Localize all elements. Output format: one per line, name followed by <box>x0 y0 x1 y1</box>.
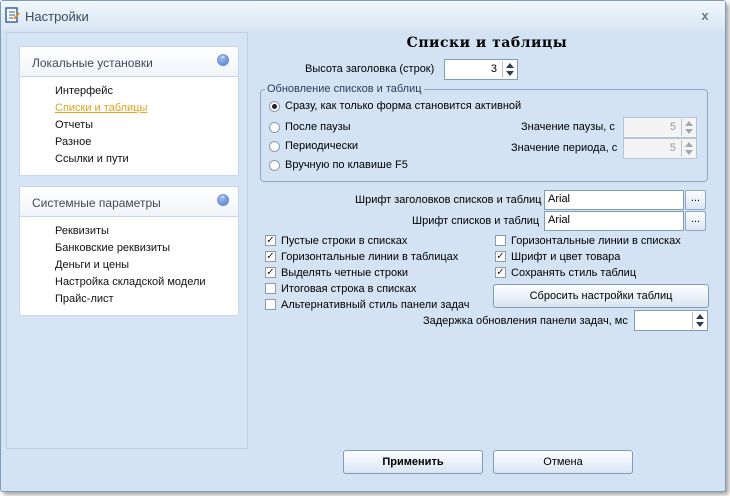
apply-button[interactable]: Применить <box>343 450 483 474</box>
radio-immediately[interactable] <box>269 101 280 112</box>
radio-manual-f5[interactable] <box>269 160 280 171</box>
radio-after-pause[interactable] <box>269 122 280 133</box>
checkbox-product-font-color[interactable]: ✓ <box>495 251 506 262</box>
sidebar: Локальные установки ⌃ Интерфейс Списки и… <box>6 32 248 449</box>
system-params-title: Системные параметры <box>32 196 161 210</box>
sidebar-item-bank-requisites[interactable]: Банковские реквизиты <box>55 242 170 254</box>
checkbox-alt-taskbar[interactable] <box>265 299 276 310</box>
local-settings-header[interactable]: Локальные установки ⌃ <box>20 47 238 77</box>
sidebar-item-lists-tables[interactable]: Списки и таблицы <box>55 102 147 114</box>
header-font-label: Шрифт заголовков списков и таблиц <box>355 194 542 206</box>
header-height-stepper[interactable]: 3 <box>444 59 518 80</box>
local-settings-group: Локальные установки ⌃ Интерфейс Списки и… <box>19 46 239 176</box>
radio-immediately-label[interactable]: Сразу, как только форма становится актив… <box>285 100 521 112</box>
checkbox-product-font-color-label[interactable]: Шрифт и цвет товара <box>511 251 620 263</box>
spin-arrows-icon[interactable] <box>681 140 695 157</box>
list-font-browse-button[interactable]: ... <box>685 211 706 231</box>
checkbox-list-hlines[interactable] <box>495 235 506 246</box>
window-title: Настройки <box>25 9 89 24</box>
checkbox-empty-rows-label[interactable]: Пустые строки в списках <box>281 235 407 247</box>
page-title: Списки и таблицы <box>406 35 568 51</box>
checkbox-total-row-label[interactable]: Итоговая строка в списках <box>281 283 416 295</box>
collapse-icon[interactable]: ⌃ <box>217 54 229 66</box>
header-height-label: Высота заголовка (строк) <box>305 63 435 75</box>
radio-manual-f5-label[interactable]: Вручную по клавише F5 <box>285 159 408 171</box>
checkbox-table-hlines-label[interactable]: Горизонтальные линии в таблицах <box>281 251 458 263</box>
header-font-browse-button[interactable]: ... <box>685 190 706 210</box>
system-params-group: Системные параметры ⌃ Реквизиты Банковск… <box>19 186 239 316</box>
header-font-field[interactable]: Arial <box>544 190 684 210</box>
period-value-label: Значение периода, с <box>511 142 618 154</box>
checkbox-total-row[interactable] <box>265 283 276 294</box>
list-font-label: Шрифт списков и таблиц <box>412 215 540 227</box>
sidebar-item-requisites[interactable]: Реквизиты <box>55 225 109 237</box>
checkbox-even-rows[interactable]: ✓ <box>265 267 276 278</box>
reset-table-settings-button[interactable]: Сбросить настройки таблиц <box>493 284 709 308</box>
pause-value: 5 <box>669 121 676 133</box>
spin-arrows-icon[interactable] <box>681 119 695 136</box>
local-settings-title: Локальные установки <box>32 56 153 70</box>
cancel-button[interactable]: Отмена <box>493 450 633 474</box>
checkbox-save-table-style[interactable]: ✓ <box>495 267 506 278</box>
taskbar-delay-label: Задержка обновления панели задач, мс <box>423 315 628 327</box>
radio-periodically[interactable] <box>269 141 280 152</box>
sidebar-item-misc[interactable]: Разное <box>55 136 91 148</box>
sidebar-item-interface[interactable]: Интерфейс <box>55 85 113 97</box>
header-height-value: 3 <box>490 63 497 75</box>
checkbox-even-rows-label[interactable]: Выделять четные строки <box>281 267 408 279</box>
spin-arrows-icon[interactable] <box>692 312 706 329</box>
radio-after-pause-label[interactable]: После паузы <box>285 121 351 133</box>
radio-periodically-label[interactable]: Периодически <box>285 140 358 152</box>
sidebar-item-price-list[interactable]: Прайс-лист <box>55 293 114 305</box>
close-icon[interactable]: x <box>697 8 713 24</box>
refresh-group-legend: Обновление списков и таблиц <box>265 83 424 95</box>
period-value: 5 <box>669 142 676 154</box>
sidebar-item-links-paths[interactable]: Ссылки и пути <box>55 153 129 165</box>
period-value-stepper[interactable]: 5 <box>623 138 697 159</box>
sidebar-item-warehouse-model[interactable]: Настройка складской модели <box>55 276 206 288</box>
sidebar-item-money-prices[interactable]: Деньги и цены <box>55 259 129 271</box>
title-bar: Настройки x <box>1 1 725 31</box>
checkbox-list-hlines-label[interactable]: Горизонтальные линии в списках <box>511 235 681 247</box>
checkbox-save-table-style-label[interactable]: Сохранять стиль таблиц <box>511 267 636 279</box>
settings-app-icon <box>5 7 20 23</box>
settings-window: Настройки x Локальные установки ⌃ Интерф… <box>0 0 726 492</box>
taskbar-delay-stepper[interactable] <box>634 310 708 331</box>
checkbox-table-hlines[interactable]: ✓ <box>265 251 276 262</box>
checkbox-alt-taskbar-label[interactable]: Альтернативный стиль панели задач <box>281 299 470 311</box>
system-params-header[interactable]: Системные параметры ⌃ <box>20 187 238 217</box>
collapse-icon[interactable]: ⌃ <box>217 194 229 206</box>
pause-value-stepper[interactable]: 5 <box>623 117 697 138</box>
spin-arrows-icon[interactable] <box>502 61 516 78</box>
pause-value-label: Значение паузы, с <box>521 121 615 133</box>
checkbox-empty-rows[interactable]: ✓ <box>265 235 276 246</box>
list-font-field[interactable]: Arial <box>544 211 684 231</box>
sidebar-item-reports[interactable]: Отчеты <box>55 119 93 131</box>
